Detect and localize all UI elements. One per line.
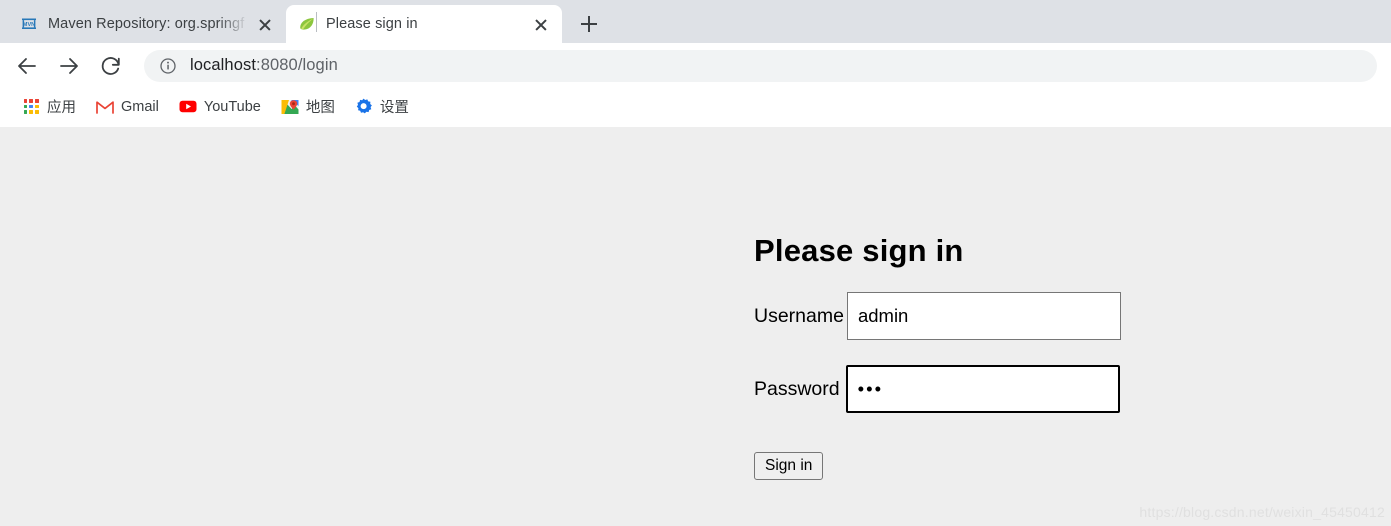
browser-toolbar: localhost:8080/login	[0, 43, 1391, 88]
bookmark-label: YouTube	[203, 98, 261, 115]
tab-title: Please sign in	[326, 16, 418, 32]
tab-maven-repository[interactable]: MVN Maven Repository: org.springf	[8, 5, 286, 43]
url-path: :8080/login	[256, 56, 338, 74]
reload-button[interactable]	[94, 49, 128, 83]
arrow-right-icon	[60, 57, 78, 74]
bookmark-gmail[interactable]: Gmail	[88, 93, 167, 121]
new-tab-button[interactable]	[574, 9, 604, 39]
page-title: Please sign in	[754, 233, 964, 268]
bookmarks-bar: 应用 Gmail YouTube 地图 设置	[0, 88, 1391, 126]
gear-icon	[355, 98, 373, 116]
close-icon[interactable]	[530, 13, 552, 35]
password-field-row: Password	[754, 365, 1120, 413]
bookmark-label: 应用	[47, 100, 76, 116]
bookmark-maps[interactable]: 地图	[273, 93, 343, 121]
username-field-row: Username	[754, 292, 1121, 340]
gmail-icon	[96, 98, 114, 116]
bookmark-apps[interactable]: 应用	[14, 93, 84, 121]
tab-separator	[316, 12, 317, 32]
bookmark-settings[interactable]: 设置	[347, 93, 417, 121]
back-button[interactable]	[10, 49, 44, 83]
bookmark-label: Gmail	[121, 98, 159, 115]
browser-window: MVN Maven Repository: org.springf Please…	[0, 0, 1391, 526]
bookmark-youtube[interactable]: YouTube	[171, 93, 269, 121]
apps-grid-icon	[22, 98, 40, 116]
username-input[interactable]	[846, 292, 1121, 340]
youtube-icon	[179, 98, 197, 116]
tab-please-sign-in[interactable]: Please sign in	[286, 5, 562, 43]
page-viewport: Please sign in Username Password Sign in…	[0, 127, 1391, 526]
tab-title: Maven Repository: org.springf	[48, 16, 245, 32]
url-host: localhost	[190, 56, 257, 74]
svg-text:MVN: MVN	[23, 22, 35, 28]
forward-button[interactable]	[52, 49, 86, 83]
maven-icon: MVN	[20, 15, 38, 33]
login-page: Please sign in Username Password Sign in…	[0, 127, 1391, 526]
arrow-left-icon	[18, 57, 36, 74]
address-bar[interactable]: localhost:8080/login	[144, 49, 1377, 82]
google-maps-icon	[281, 98, 299, 116]
close-icon[interactable]	[254, 13, 276, 35]
username-label: Username	[754, 304, 844, 327]
reload-icon	[101, 56, 120, 75]
info-circle-icon[interactable]	[160, 57, 176, 74]
bookmark-label: 设置	[379, 100, 409, 116]
password-label: Password	[754, 377, 840, 400]
sign-in-button[interactable]: Sign in	[754, 452, 824, 480]
bookmark-label: 地图	[305, 100, 335, 116]
tab-strip: MVN Maven Repository: org.springf Please…	[0, 0, 1391, 43]
password-input[interactable]	[845, 365, 1120, 413]
watermark: https://blog.csdn.net/weixin_45450412	[1139, 504, 1385, 520]
spring-leaf-icon	[298, 15, 316, 33]
address-bar-url: localhost:8080/login	[190, 56, 338, 75]
